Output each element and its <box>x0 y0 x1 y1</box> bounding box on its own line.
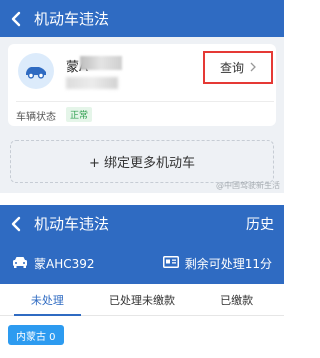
vehicle-list-screen: 机动车违法 蒙A 查询 车辆状态 正常 + 绑定更多机动车 @中国驾驶新生活 <box>0 0 284 193</box>
plate-redaction <box>80 56 122 70</box>
history-link[interactable]: 历史 <box>246 214 274 234</box>
vehicle-card: 蒙A 查询 车辆状态 正常 <box>8 44 276 126</box>
vehicle-status-label: 车辆状态 <box>16 112 56 123</box>
remaining-points: 剩余可处理11分 <box>184 256 272 271</box>
query-label: 查询 <box>219 61 244 75</box>
car-avatar-icon <box>18 53 54 89</box>
query-button[interactable]: 查询 <box>203 51 273 84</box>
tab-processed-unpaid[interactable]: 已处理未缴款 <box>95 284 190 315</box>
watermark: @中国驾驶新生活 <box>216 181 280 190</box>
car-icon <box>12 256 28 271</box>
license-card-icon <box>162 255 179 271</box>
plate-number: 蒙AHC392 <box>34 256 95 271</box>
nav-bar: 机动车违法 历史 <box>0 205 284 242</box>
plate-info: 蒙AHC392 <box>12 255 95 272</box>
vehicle-info-redaction <box>66 77 118 89</box>
vehicle-info-bar: 蒙AHC392 剩余可处理11分 <box>0 242 284 284</box>
tab-paid[interactable]: 已缴款 <box>189 284 284 315</box>
back-arrow-icon[interactable] <box>10 216 26 232</box>
back-arrow-icon[interactable] <box>10 11 26 27</box>
violation-tabs: 未处理 已处理未缴款 已缴款 <box>0 284 284 316</box>
nav-bar: 机动车违法 <box>0 0 284 37</box>
tab-unprocessed[interactable]: 未处理 <box>0 284 95 316</box>
remaining-points-info: 剩余可处理11分 <box>162 255 272 272</box>
page-title: 机动车违法 <box>34 215 110 233</box>
region-chip[interactable]: 内蒙古 0 <box>8 325 64 345</box>
page-title: 机动车违法 <box>34 10 110 28</box>
chevron-right-icon <box>250 61 256 75</box>
violation-detail-screen: 机动车违法 历史 蒙AHC392 剩余可处理11分 未处理 已处理未缴款 已缴款… <box>0 205 284 358</box>
bind-more-vehicles-button[interactable]: + 绑定更多机动车 <box>10 140 274 183</box>
status-badge: 正常 <box>66 107 93 122</box>
card-divider <box>16 101 274 102</box>
